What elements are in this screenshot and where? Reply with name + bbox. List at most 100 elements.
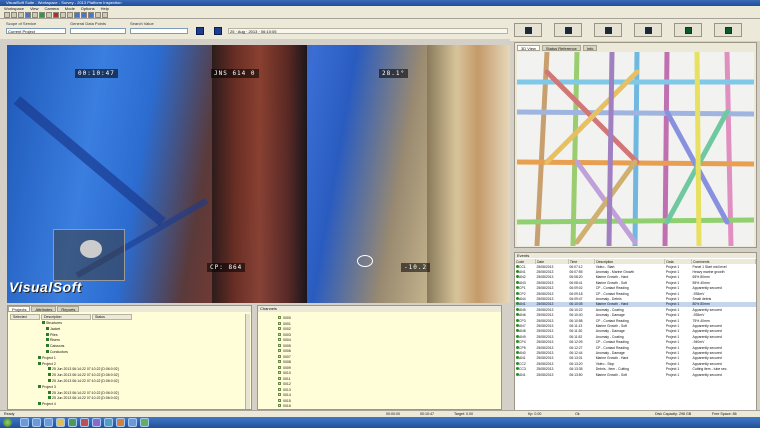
date-time-field[interactable]: 25 · Aug · 2013 · 06:10:05	[228, 28, 508, 34]
forward-icon[interactable]	[88, 12, 94, 18]
app-icon[interactable]	[92, 418, 101, 427]
list-item[interactable]: 0011	[278, 376, 291, 381]
tree-item[interactable]: Conductors	[46, 350, 68, 354]
projects-scrollbar[interactable]	[245, 314, 250, 409]
list-item[interactable]: 0016	[278, 404, 291, 408]
tree-item[interactable]: Project 3	[38, 384, 56, 389]
undo-icon[interactable]	[67, 12, 73, 18]
list-item[interactable]: 0000	[278, 316, 291, 320]
menu-mode[interactable]: Mode	[65, 6, 75, 11]
col-status[interactable]: Status	[92, 314, 132, 320]
tab-3d-view[interactable]: 3D View	[517, 45, 540, 51]
menu-camera[interactable]: Camera	[45, 6, 59, 11]
tree-item[interactable]: Risers	[46, 338, 60, 342]
tree-item[interactable]: Caissons	[46, 344, 64, 348]
tab-projects[interactable]: Projects	[8, 306, 31, 312]
list-item[interactable]: 0006	[278, 349, 291, 353]
scope-select[interactable]	[70, 28, 126, 34]
tree-item[interactable]: 25 Jun 2013 06:14:22 07:10:22 [D:06:0:02…	[48, 390, 119, 395]
first-button[interactable]	[514, 23, 542, 37]
checkbox-icon[interactable]	[278, 354, 281, 358]
next-button[interactable]	[674, 23, 702, 37]
play-button[interactable]	[634, 23, 662, 37]
list-item[interactable]: 0005	[278, 343, 291, 348]
prev-button[interactable]	[554, 23, 582, 37]
new-icon[interactable]	[4, 12, 10, 18]
app-icon[interactable]	[140, 418, 149, 427]
tree-item[interactable]: Structures	[42, 321, 62, 325]
list-item[interactable]: 0012	[278, 382, 291, 386]
checkbox-icon[interactable]	[278, 365, 281, 369]
tree-item[interactable]: Project 2	[38, 361, 56, 366]
camera-icon[interactable]	[32, 12, 38, 18]
stop-icon[interactable]	[53, 12, 59, 18]
open-icon[interactable]	[11, 12, 17, 18]
checkbox-icon[interactable]	[278, 387, 281, 391]
checkbox-icon[interactable]	[278, 393, 281, 396]
settings-icon[interactable]	[46, 12, 52, 18]
video-viewer[interactable]: 00:10:47 JNS 614 0 28.1° CP: 864 -10.2 V…	[7, 45, 510, 303]
table-row[interactable]: AN1 25/08/2013 06:13:50 Marine Growth - Sof…	[515, 372, 756, 377]
list-item[interactable]: 0002	[278, 327, 291, 331]
tree-item[interactable]: Project 1	[38, 355, 56, 360]
checkbox-icon[interactable]	[278, 404, 281, 407]
project-select[interactable]: Current Project	[6, 28, 66, 34]
list-item[interactable]: 0003	[278, 332, 291, 337]
explorer-icon[interactable]	[20, 418, 29, 427]
save-icon[interactable]	[18, 12, 24, 18]
play-icon[interactable]	[74, 12, 80, 18]
list-item[interactable]: 0015	[278, 398, 291, 403]
tree-item[interactable]: 25 Jun 2013 06:14:22 07:10:22 [D:06:0:02…	[48, 396, 119, 400]
video-icon[interactable]	[25, 12, 31, 18]
tab-info[interactable]: Info	[582, 45, 598, 51]
record-icon[interactable]	[39, 12, 45, 18]
checkbox-icon[interactable]	[278, 343, 281, 347]
list-item[interactable]: 0007	[278, 354, 291, 359]
list-item[interactable]: 0004	[278, 338, 291, 342]
app-icon[interactable]	[56, 418, 65, 427]
tab-status-reference[interactable]: Status Reference	[541, 45, 581, 51]
list-item[interactable]: 0014	[278, 393, 291, 397]
checkbox-icon[interactable]	[278, 382, 281, 385]
tab-attributes[interactable]: Attributes	[31, 306, 57, 312]
checkbox-icon[interactable]	[278, 327, 281, 330]
app-icon[interactable]	[128, 418, 137, 427]
3d-structure-view[interactable]	[517, 52, 754, 246]
checkbox-icon[interactable]	[278, 398, 281, 402]
tree-item[interactable]: Jacket	[46, 326, 60, 331]
app-icon[interactable]	[116, 418, 125, 427]
print-icon[interactable]	[60, 12, 66, 18]
start-button-icon[interactable]	[3, 418, 12, 427]
menu-options[interactable]: Options	[81, 6, 95, 11]
rewind-button[interactable]	[594, 23, 622, 37]
pause-icon[interactable]	[81, 12, 87, 18]
menu-view[interactable]: View	[30, 6, 39, 11]
list-item[interactable]: 0009	[278, 365, 291, 370]
zoom-icon[interactable]	[95, 12, 101, 18]
app-icon[interactable]	[104, 418, 113, 427]
checkbox-icon[interactable]	[278, 349, 281, 352]
checkbox-icon[interactable]	[278, 371, 281, 374]
search-input[interactable]	[130, 28, 188, 34]
lock-icon[interactable]	[214, 27, 222, 35]
tree-item[interactable]: 25 Jun 2013 06:14:22 07:10:22 [D:06:0:02…	[48, 379, 119, 383]
list-item[interactable]: 0013	[278, 387, 291, 392]
tree-item[interactable]: Piles	[46, 332, 58, 337]
checkbox-icon[interactable]	[278, 376, 281, 380]
menu-help[interactable]: Help	[101, 6, 109, 11]
col-selected[interactable]: Selected	[10, 314, 40, 320]
list-item[interactable]: 0001	[278, 321, 291, 326]
menu-workspace[interactable]: Workspace	[4, 6, 24, 11]
help-icon[interactable]	[102, 12, 108, 18]
browser-icon[interactable]	[32, 418, 41, 427]
checkbox-icon[interactable]	[278, 321, 281, 325]
list-item[interactable]: 0008	[278, 360, 291, 364]
app-icon[interactable]	[80, 418, 89, 427]
checkbox-icon[interactable]	[278, 316, 281, 319]
tree-item[interactable]: Project 4	[38, 402, 56, 406]
app-icon[interactable]	[68, 418, 77, 427]
lock-icon[interactable]	[196, 27, 204, 35]
tab-reports[interactable]: Reports	[57, 306, 80, 312]
tree-item[interactable]: 25 Jun 2013 06:14:22 07:10:22 [D:06:0:02…	[48, 373, 119, 377]
folder-icon[interactable]	[44, 418, 53, 427]
